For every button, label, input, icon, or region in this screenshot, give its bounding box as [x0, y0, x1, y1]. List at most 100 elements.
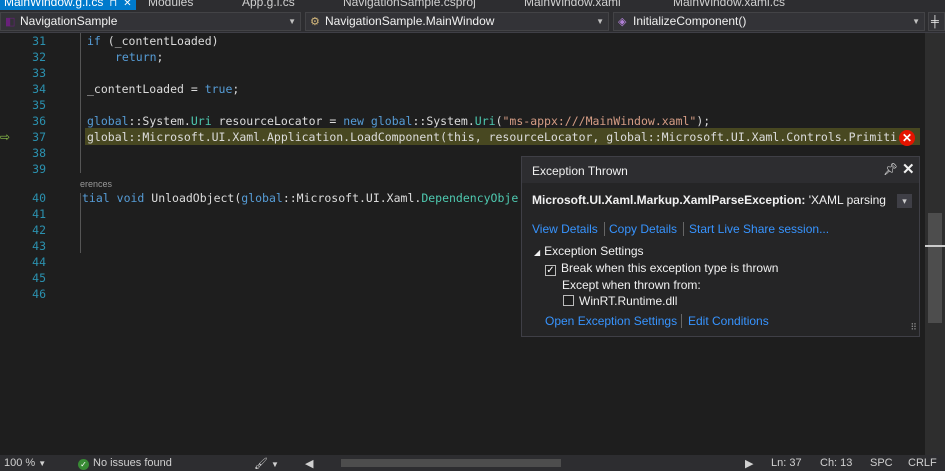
line-number: 37: [32, 130, 46, 144]
project-dropdown[interactable]: ◧ NavigationSample ▼: [0, 12, 301, 31]
code-token: "ms-appx:///MainWindow.xaml": [502, 114, 697, 128]
exception-text: 'XAML parsing: [805, 193, 886, 207]
column-indicator[interactable]: Ch: 13: [820, 457, 852, 469]
close-icon[interactable]: ✕: [902, 160, 915, 178]
line-number: 35: [32, 98, 46, 112]
chevron-down-icon: ▼: [288, 17, 296, 26]
code-token: ::System.: [128, 114, 191, 128]
scroll-right-icon[interactable]: ▶: [745, 457, 753, 470]
structure-guide-line: [80, 193, 81, 253]
code-cleanup-button[interactable]: 🖌︎ ▼: [254, 457, 279, 470]
tab-app-g-i-cs[interactable]: App.g.i.cs: [242, 0, 295, 10]
copy-details-link[interactable]: Copy Details: [609, 222, 677, 236]
editor-status-bar: 100 % ▼ ✓ No issues found 🖌︎ ▼ ◀ ▶ Ln: 37…: [0, 455, 945, 471]
split-icon: ╪: [931, 16, 939, 28]
code-token: void: [116, 191, 145, 205]
split-editor-button[interactable]: ╪: [928, 12, 945, 31]
link-separator: [604, 222, 605, 236]
code-line-31: if (_contentLoaded): [87, 34, 219, 48]
chevron-down-icon: ▼: [271, 460, 279, 469]
line-number: 32: [32, 50, 46, 64]
line-number: 36: [32, 114, 46, 128]
tab-label: App.g.i.cs: [242, 0, 295, 9]
collapse-triangle-icon: ◢: [534, 248, 541, 257]
code-token: UnloadObject(: [144, 191, 242, 205]
zoom-label: 100 %: [4, 457, 36, 469]
break-when-thrown-checkbox[interactable]: ✓: [545, 265, 556, 276]
line-indicator[interactable]: Ln: 37: [771, 457, 802, 469]
tab-label: NavigationSample.csproj: [343, 0, 476, 9]
issues-label: No issues found: [93, 457, 172, 469]
class-icon: ⚙: [310, 16, 320, 28]
code-token: resourceLocator =: [211, 114, 344, 128]
tab-label: MainWindow.xaml.cs: [673, 0, 786, 9]
scrollbar-caret-marker: [925, 245, 945, 247]
pin-tab-icon[interactable]: ⊓: [109, 0, 117, 9]
popup-title: Exception Thrown: [532, 164, 628, 178]
vertical-scrollbar[interactable]: [925, 33, 945, 455]
code-line-37: global::Microsoft.UI.Xaml.Application.Lo…: [87, 130, 897, 144]
type-dropdown[interactable]: ⚙ NavigationSample.MainWindow ▼: [305, 12, 609, 31]
pin-icon[interactable]: 📌︎: [883, 162, 898, 176]
line-number: 43: [32, 239, 46, 253]
code-token: new: [343, 114, 364, 128]
horizontal-scrollbar-thumb[interactable]: [341, 459, 561, 467]
code-line-36: global::System.Uri resourceLocator = new…: [87, 114, 710, 128]
csharp-project-icon: ◧: [5, 16, 16, 28]
member-dropdown[interactable]: ◈ InitializeComponent() ▼: [613, 12, 925, 31]
winrt-runtime-row[interactable]: WinRT.Runtime.dll: [563, 294, 677, 308]
view-details-link[interactable]: View Details: [532, 222, 598, 236]
chevron-down-icon: ▼: [596, 17, 604, 26]
code-token: if: [87, 34, 101, 48]
line-number: 41: [32, 207, 46, 221]
link-separator: [683, 222, 684, 236]
code-token: DependencyObje: [421, 191, 519, 205]
exception-settings-section[interactable]: ◢ Exception Settings: [534, 244, 644, 258]
chevron-down-icon: ▼: [38, 459, 47, 468]
start-live-share-link[interactable]: Start Live Share session...: [689, 222, 829, 236]
codelens-references[interactable]: erences: [80, 179, 112, 189]
line-ending-indicator[interactable]: CRLF: [908, 457, 937, 469]
expand-message-button[interactable]: ▾: [897, 194, 912, 208]
brush-icon: 🖌︎: [254, 458, 268, 470]
line-number: 31: [32, 34, 46, 48]
line-number: 44: [32, 255, 46, 269]
code-line-34: _contentLoaded = true;: [87, 82, 239, 96]
line-number: 33: [32, 66, 46, 80]
code-token: _contentLoaded =: [87, 82, 205, 96]
code-token: (_contentLoaded): [100, 34, 219, 48]
code-token: global: [87, 114, 129, 128]
code-token: ;: [232, 82, 240, 96]
edit-conditions-link[interactable]: Edit Conditions: [688, 314, 769, 328]
tab-mainwindow-xaml[interactable]: MainWindow.xaml: [524, 0, 621, 10]
whitespace-indicator[interactable]: SPC: [870, 457, 893, 469]
code-token: true: [204, 82, 233, 96]
code-token: (: [495, 114, 503, 128]
break-when-thrown-row[interactable]: ✓ Break when this exception type is throw…: [545, 261, 778, 276]
open-exception-settings-link[interactable]: Open Exception Settings: [545, 314, 677, 328]
code-token: );: [696, 114, 711, 128]
code-token: ;: [156, 50, 164, 64]
navigation-bar: ◧ NavigationSample ▼ ⚙ NavigationSample.Ma…: [0, 10, 945, 33]
tab-modules[interactable]: Modules: [148, 0, 193, 10]
code-token: global: [241, 191, 283, 205]
checkbox-label: Break when this exception type is thrown: [561, 261, 779, 275]
scroll-left-icon[interactable]: ◀: [305, 457, 313, 470]
tab-label: MainWindow.g.i.cs: [4, 0, 104, 9]
resize-grip-icon[interactable]: ⠿: [910, 322, 917, 333]
tab-mainwindow-g-i-cs[interactable]: MainWindow.g.i.cs ⊓ ✕: [0, 0, 136, 10]
exception-thrown-popup: Exception Thrown 📌︎ ✕ Microsoft.UI.Xaml.…: [521, 156, 920, 337]
scrollbar-thumb[interactable]: [928, 213, 942, 323]
error-close-icon[interactable]: ✕: [899, 130, 915, 146]
issues-indicator[interactable]: ✓ No issues found: [78, 457, 172, 470]
tab-navigationsample-csproj[interactable]: NavigationSample.csproj: [343, 0, 476, 10]
checkbox-label: WinRT.Runtime.dll: [579, 294, 678, 308]
line-number: 34: [32, 82, 46, 96]
close-tab-icon[interactable]: ✕: [123, 0, 131, 9]
winrt-runtime-checkbox[interactable]: [563, 295, 574, 306]
glyph-margin[interactable]: [0, 33, 14, 455]
zoom-level[interactable]: 100 % ▼: [4, 457, 46, 469]
tab-mainwindow-xaml-cs[interactable]: MainWindow.xaml.cs: [673, 0, 785, 10]
